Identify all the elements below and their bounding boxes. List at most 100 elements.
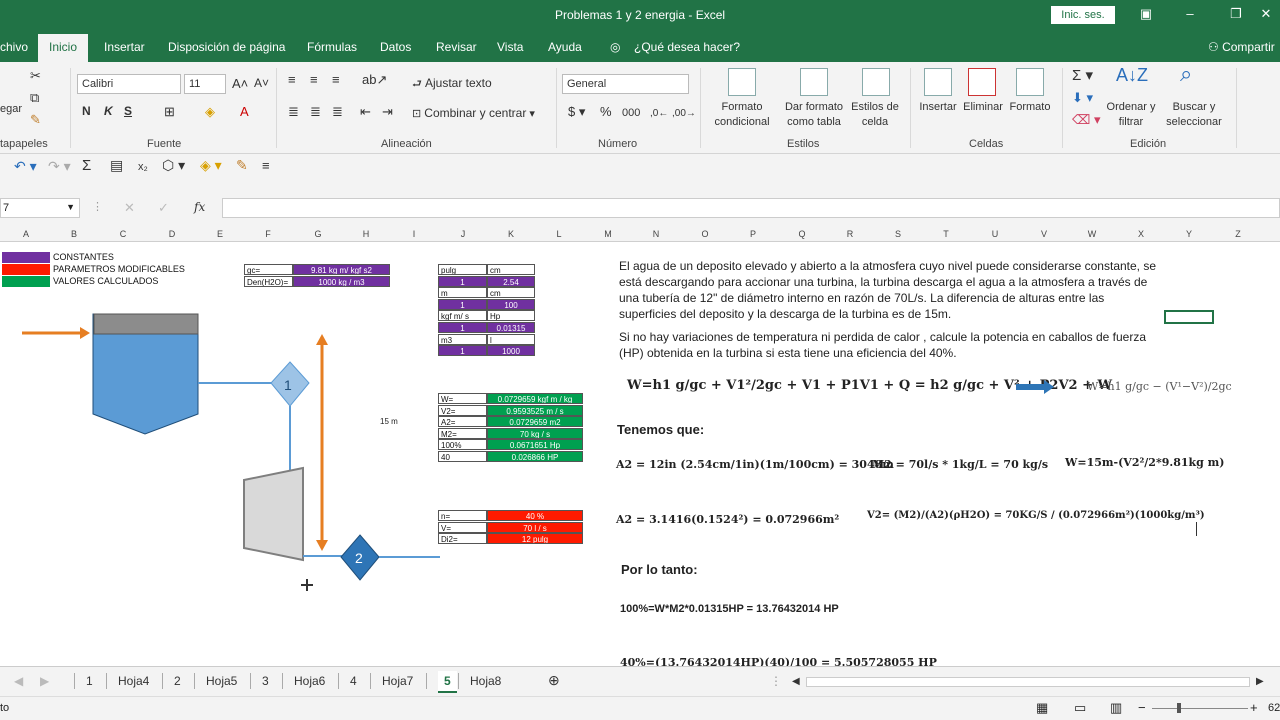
column-header[interactable]: K <box>501 229 521 239</box>
align-bottom-icon[interactable]: ≡ <box>332 72 340 87</box>
column-header[interactable]: W <box>1082 229 1102 239</box>
column-header[interactable]: P <box>743 229 763 239</box>
shapes-icon[interactable]: ⬡ ▾ <box>162 158 185 173</box>
thousands-icon[interactable]: 000 <box>622 106 640 121</box>
undo-icon[interactable]: ↶ ▾ <box>14 159 37 174</box>
find-select-button[interactable]: Buscar y seleccionar <box>1158 100 1230 130</box>
autosum-icon[interactable]: Σ ▾ <box>1072 68 1093 83</box>
font-size-select[interactable]: 11 <box>184 74 226 94</box>
align-right-icon[interactable]: ≣ <box>332 104 343 119</box>
underline-icon[interactable]: S <box>124 104 132 119</box>
tell-me-search[interactable]: ¿Qué desea hacer? <box>634 40 740 54</box>
formula-input[interactable] <box>222 198 1280 218</box>
tab-vista[interactable]: Vista <box>497 40 523 54</box>
cell-styles-button[interactable]: Estilos de celda <box>846 100 904 130</box>
scroll-tabs-left-icon[interactable]: ◀ <box>14 674 23 688</box>
shrink-font-icon[interactable]: A˅ <box>254 76 269 91</box>
zoom-out-icon[interactable]: − <box>1138 700 1146 715</box>
fill-color-icon[interactable]: ◈ <box>205 104 215 119</box>
subscript-icon[interactable]: x₂ <box>138 160 148 175</box>
share-button[interactable]: ⚇ Compartir <box>1208 40 1275 54</box>
enter-icon[interactable]: ✓ <box>158 200 169 215</box>
form-icon[interactable]: ▤ <box>110 158 123 173</box>
minimize-icon[interactable]: – <box>1180 6 1200 21</box>
normal-view-icon[interactable]: ▦ <box>1036 700 1048 716</box>
grow-font-icon[interactable]: A˄ <box>232 76 248 91</box>
maximize-icon[interactable]: ❐ <box>1226 6 1246 22</box>
sign-in-button[interactable]: Inic. ses. <box>1051 6 1115 24</box>
sheet-tab[interactable]: 1 <box>86 674 93 688</box>
format-painter-qat-icon[interactable]: ✎ <box>236 158 248 173</box>
column-header[interactable]: Y <box>1179 229 1199 239</box>
column-header[interactable]: G <box>308 229 328 239</box>
format-table-button[interactable]: Dar formato como tabla <box>778 100 850 130</box>
autosum-qat-icon[interactable]: Σ <box>82 158 91 173</box>
column-header[interactable]: T <box>936 229 956 239</box>
redo-icon[interactable]: ↷ ▾ <box>48 159 71 174</box>
tab-formulas[interactable]: Fórmulas <box>307 40 357 54</box>
decrease-decimal-icon[interactable]: ,00→ <box>672 106 696 121</box>
column-header[interactable]: C <box>113 229 133 239</box>
clear-icon[interactable]: ⌫ ▾ <box>1072 112 1101 127</box>
column-header[interactable]: S <box>888 229 908 239</box>
hscroll-right-icon[interactable]: ▶ <box>1256 676 1264 687</box>
horizontal-scrollbar[interactable] <box>806 677 1250 687</box>
decrease-indent-icon[interactable]: ⇤ <box>360 104 371 119</box>
add-sheet-icon[interactable]: ⊕ <box>548 672 560 689</box>
column-header[interactable]: E <box>210 229 230 239</box>
name-box[interactable]: 7 ▼ <box>0 198 80 218</box>
zoom-slider[interactable] <box>1152 708 1248 709</box>
align-left-icon[interactable]: ≣ <box>288 104 299 119</box>
column-header[interactable]: U <box>985 229 1005 239</box>
column-header[interactable]: Z <box>1228 229 1248 239</box>
insert-function-icon[interactable]: fx <box>194 200 205 215</box>
zoom-slider-thumb[interactable] <box>1177 703 1181 713</box>
sort-filter-button[interactable]: Ordenar y filtrar <box>1102 100 1160 130</box>
hscroll-left-icon[interactable]: ◀ <box>792 676 800 687</box>
ribbon-display-icon[interactable]: ▣ <box>1136 6 1156 22</box>
sheet-tab[interactable]: Hoja4 <box>118 674 149 688</box>
column-header[interactable]: Q <box>792 229 812 239</box>
tab-ayuda[interactable]: Ayuda <box>548 40 582 54</box>
close-icon[interactable]: ✕ <box>1256 6 1276 22</box>
percent-icon[interactable]: % <box>600 104 612 119</box>
wrap-text-button[interactable]: ⮐ Ajustar texto <box>412 76 492 92</box>
paste-button[interactable]: egar <box>0 102 22 117</box>
tab-insertar[interactable]: Insertar <box>104 40 145 54</box>
column-header[interactable]: J <box>453 229 473 239</box>
increase-indent-icon[interactable]: ⇥ <box>382 104 393 119</box>
bold-icon[interactable]: N <box>82 104 91 119</box>
column-header[interactable]: B <box>64 229 84 239</box>
sheet-tab[interactable]: 4 <box>350 674 357 688</box>
tab-datos[interactable]: Datos <box>380 40 411 54</box>
currency-icon[interactable]: $ ▾ <box>568 104 585 119</box>
sheet-tab[interactable]: 5 <box>438 671 457 693</box>
format-painter-icon[interactable]: ✎ <box>30 112 41 127</box>
column-header[interactable]: D <box>162 229 182 239</box>
column-header[interactable]: F <box>258 229 278 239</box>
cancel-icon[interactable]: ✕ <box>124 200 135 215</box>
font-color-icon[interactable]: A <box>240 104 249 119</box>
sheet-tab[interactable]: Hoja7 <box>382 674 413 688</box>
borders-icon[interactable]: ⊞ <box>164 104 175 119</box>
tab-inicio[interactable]: Inicio <box>38 34 89 62</box>
column-header[interactable]: R <box>840 229 860 239</box>
column-header[interactable]: N <box>646 229 666 239</box>
selected-cell[interactable] <box>1164 310 1214 324</box>
cut-icon[interactable]: ✂ <box>30 68 41 83</box>
sheet-tab[interactable]: Hoja5 <box>206 674 237 688</box>
align-middle-icon[interactable]: ≡ <box>310 72 318 87</box>
sheet-tab[interactable]: 3 <box>262 674 269 688</box>
conditional-format-button[interactable]: Formato condicional <box>706 100 778 130</box>
fill-icon[interactable]: ⬇ ▾ <box>1072 90 1093 105</box>
column-header[interactable]: O <box>695 229 715 239</box>
tab-revisar[interactable]: Revisar <box>436 40 477 54</box>
tab-archivo[interactable]: chivo <box>0 40 28 54</box>
page-break-icon[interactable]: ▥ <box>1110 700 1122 716</box>
column-header[interactable]: H <box>356 229 376 239</box>
column-header[interactable]: X <box>1131 229 1151 239</box>
column-header[interactable]: I <box>404 229 424 239</box>
italic-icon[interactable]: K <box>104 104 113 119</box>
column-header[interactable]: M <box>598 229 618 239</box>
worksheet-grid[interactable]: CONSTANTES PARAMETROS MODIFICABLES VALOR… <box>0 242 1280 669</box>
